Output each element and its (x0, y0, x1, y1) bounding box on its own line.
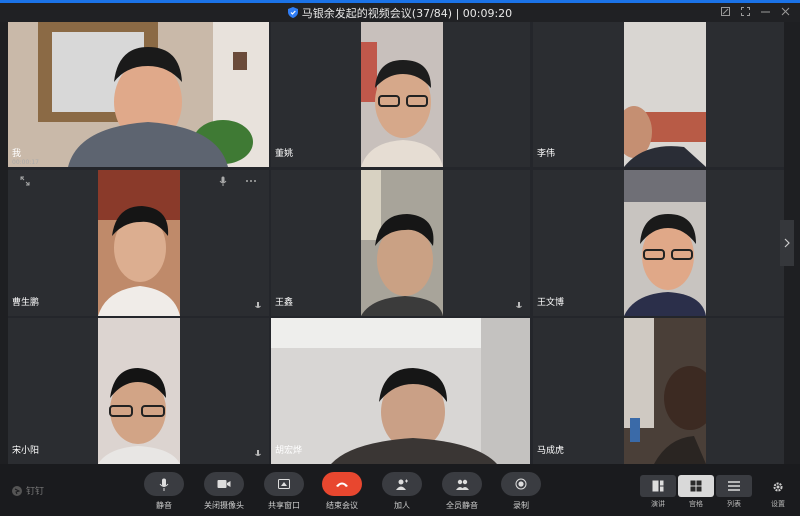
end-meeting-button[interactable]: 结束会议 (320, 472, 364, 511)
participant-video (8, 22, 269, 167)
participant-video (624, 318, 706, 464)
mute-all-icon (442, 472, 482, 496)
share-window-button[interactable]: 共享窗口 (262, 472, 306, 511)
participant-name: 王文博 (537, 298, 565, 308)
phone-icon (322, 472, 362, 496)
app-brand: 钉钉 (12, 484, 44, 497)
participant-video (624, 22, 706, 167)
participant-tile[interactable]: 王文博 (533, 170, 784, 316)
participant-tile[interactable]: 李伟 (533, 22, 784, 167)
participant-name: 董姚 (275, 149, 294, 159)
participant-video (98, 318, 180, 464)
fullscreen-icon[interactable] (740, 6, 750, 16)
grid-view-label: 宫格 (689, 500, 703, 508)
end-meeting-label: 结束会议 (326, 501, 358, 510)
close-icon[interactable] (780, 6, 790, 16)
mic-icon (255, 450, 261, 456)
settings-label: 设置 (771, 500, 785, 508)
window-title-container: 马银余发起的视频会议(37/84) | 00:09:20 (0, 5, 800, 21)
participant-tile[interactable]: 马成虎 (533, 318, 784, 464)
mic-icon (255, 302, 261, 308)
dingtalk-logo-icon (12, 485, 22, 496)
add-user-icon (382, 472, 422, 496)
participant-name: 曹生鹏 (12, 298, 40, 308)
meeting-toolbar: 钉钉 静音 关闭摄像头 共享窗口 结束会议 加人 全员静音 录制 演讲 宫格 列… (0, 464, 800, 516)
grid-view-icon (678, 475, 714, 497)
speaker-view-label: 演讲 (651, 500, 665, 508)
chevron-right-icon (784, 238, 790, 248)
participant-name: 胡宏烨 (275, 446, 303, 456)
camera-icon (204, 472, 244, 496)
mic-icon (144, 472, 184, 496)
mic-icon[interactable] (216, 175, 230, 187)
participant-status: 00:00:17 (12, 159, 39, 166)
share-window-label: 共享窗口 (268, 501, 300, 510)
participant-tile[interactable]: 胡宏烨 (271, 318, 530, 464)
list-view-icon (716, 475, 752, 497)
participant-name: 马成虎 (537, 446, 565, 456)
participant-video (98, 170, 180, 316)
participant-name: 王鑫 (275, 298, 294, 308)
minimize-icon[interactable] (760, 6, 770, 16)
more-icon[interactable] (244, 175, 258, 187)
camera-off-button[interactable]: 关闭摄像头 (202, 472, 246, 511)
list-view-label: 列表 (727, 500, 741, 508)
pin-icon[interactable] (720, 6, 730, 16)
expand-icon[interactable] (18, 175, 32, 187)
camera-off-label: 关闭摄像头 (204, 501, 244, 510)
participant-video (361, 22, 443, 167)
invite-label: 加人 (394, 501, 410, 510)
participant-tile[interactable]: 王鑫 (271, 170, 530, 316)
speaker-view-button[interactable]: 演讲 (640, 475, 676, 509)
mute-all-label: 全员静音 (446, 501, 478, 510)
record-icon (501, 472, 541, 496)
participant-tile[interactable]: 我 00:00:17 (8, 22, 269, 167)
record-label: 录制 (513, 501, 529, 510)
participant-name: 宋小阳 (12, 446, 40, 456)
settings-button[interactable]: 设置 (766, 478, 790, 509)
invite-button[interactable]: 加人 (380, 472, 424, 511)
participant-tile[interactable]: 曹生鹏 (8, 170, 269, 316)
participant-video (361, 170, 443, 316)
mute-button[interactable]: 静音 (142, 472, 186, 511)
list-view-button[interactable]: 列表 (716, 475, 752, 509)
next-page-button[interactable] (780, 220, 794, 266)
participant-tile[interactable]: 董姚 (271, 22, 530, 167)
participant-name: 李伟 (537, 149, 556, 159)
record-button[interactable]: 录制 (499, 472, 543, 511)
participant-tile[interactable]: 宋小阳 (8, 318, 269, 464)
gear-icon (773, 482, 783, 492)
grid-view-button[interactable]: 宫格 (678, 475, 714, 509)
shield-icon (287, 7, 298, 21)
mic-icon (516, 302, 522, 308)
share-icon (264, 472, 304, 496)
title-bar: 马银余发起的视频会议(37/84) | 00:09:20 (0, 3, 800, 22)
video-grid: 我 00:00:17 董姚 李伟 曹生鹏 王鑫 王文博 宋小阳 胡宏烨 马成虎 (8, 22, 784, 464)
participant-video (271, 318, 530, 464)
speaker-view-icon (640, 475, 676, 497)
mute-all-button[interactable]: 全员静音 (440, 472, 484, 511)
window-title: 马银余发起的视频会议(37/84) | 00:09:20 (301, 7, 513, 20)
mute-label: 静音 (156, 501, 172, 510)
participant-name: 我 (12, 149, 22, 159)
participant-video (624, 170, 706, 316)
brand-label: 钉钉 (26, 487, 45, 497)
